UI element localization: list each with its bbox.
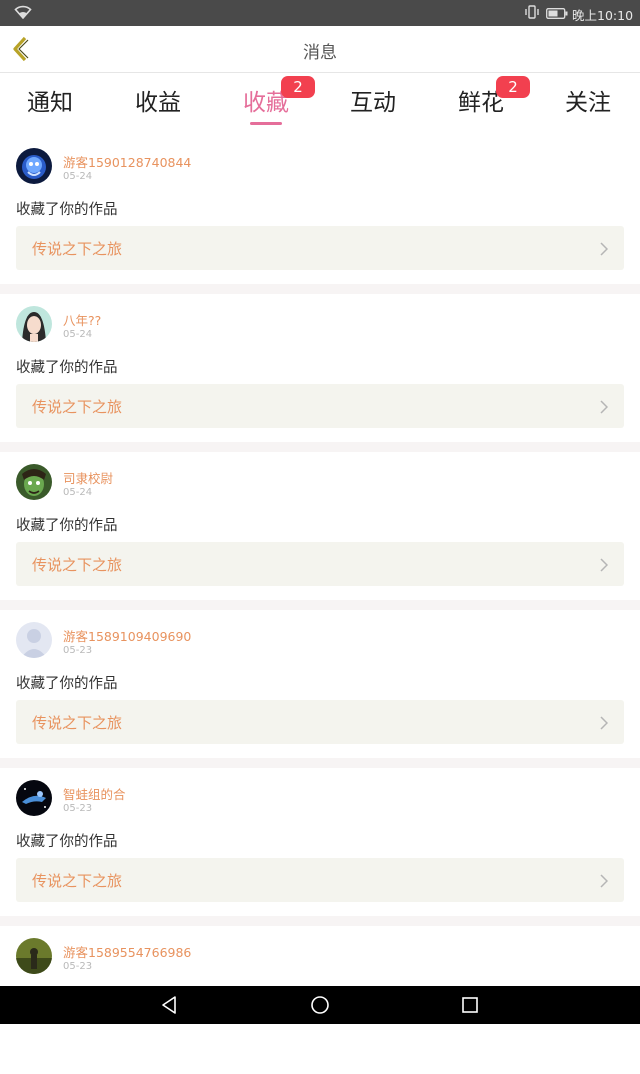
work-link[interactable]: 传说之下之旅 [16,858,624,902]
tab-following[interactable]: 关注 [543,83,633,117]
timestamp: 05-24 [63,171,93,182]
username[interactable]: 游客1590128740844 [63,152,191,171]
username[interactable]: 司隶校尉 [63,468,113,487]
green-elf-avatar[interactable] [16,464,52,500]
blue-creature-avatar[interactable] [16,148,52,184]
timestamp: 05-23 [63,961,93,972]
action-text: 收藏了你的作品 [16,518,118,534]
active-tab-indicator [250,122,282,125]
action-text: 收藏了你的作品 [16,676,118,692]
action-text: 收藏了你的作品 [16,834,118,850]
dark-space-avatar[interactable] [16,780,52,816]
timestamp: 05-23 [63,645,93,656]
tab-bar: 通知 收益 收藏 2 互动 鲜花 2 关注 [0,73,640,129]
timestamp: 05-24 [63,487,93,498]
divider [0,442,640,452]
tab-label: 互动 [350,90,396,116]
work-link[interactable]: 传说之下之旅 [16,700,624,744]
tab-label: 收益 [135,90,181,116]
list-item: 八年?? 05-24 收藏了你的作品 传说之下之旅 [0,294,640,442]
username[interactable]: 八年?? [63,310,101,329]
username[interactable]: 智蛙组的合 [63,784,126,803]
status-time: 晚上10:10 [572,8,634,23]
work-title: 传说之下之旅 [32,398,123,416]
username[interactable]: 游客1589554766986 [63,942,191,961]
timestamp: 05-23 [63,803,93,814]
action-text: 收藏了你的作品 [16,360,118,376]
list-item: 智蛙组的合 05-23 收藏了你的作品 传说之下之旅 [0,768,640,916]
divider [0,758,640,768]
tab-earnings[interactable]: 收益 [113,83,203,117]
list-item: 司隶校尉 05-24 收藏了你的作品 传说之下之旅 [0,452,640,600]
work-title: 传说之下之旅 [32,872,123,890]
tab-label: 通知 [27,90,73,116]
list-item: 游客1590128740844 05-24 收藏了你的作品 传说之下之旅 [0,136,640,284]
chevron-right-icon [600,241,609,260]
nav-bar: 消息 [0,26,640,73]
chevron-right-icon [600,715,609,734]
unread-badge: 2 [281,76,315,98]
divider [0,284,640,294]
chevron-right-icon [600,399,609,418]
work-title: 传说之下之旅 [32,240,123,258]
work-link[interactable]: 传说之下之旅 [16,384,624,428]
status-bar: 晚上10:10 [0,0,640,26]
favorites-list: 游客1590128740844 05-24 收藏了你的作品 传说之下之旅 八年?… [0,136,640,1074]
tab-flowers[interactable]: 鲜花 2 [436,76,530,117]
action-text: 收藏了你的作品 [16,202,118,218]
recents-square-icon[interactable] [460,995,480,1019]
forest-figure-avatar[interactable] [16,938,52,974]
default-person-avatar[interactable] [16,622,52,658]
tab-interactions[interactable]: 互动 [328,83,418,117]
battery-icon [546,7,568,22]
wifi-icon [14,5,32,22]
work-link[interactable]: 传说之下之旅 [16,542,624,586]
chevron-right-icon [600,873,609,892]
tab-notifications[interactable]: 通知 [5,83,95,117]
work-title: 传说之下之旅 [32,556,123,574]
back-triangle-icon[interactable] [160,995,180,1019]
page-title: 消息 [303,43,337,63]
work-link[interactable]: 传说之下之旅 [16,226,624,270]
anime-girl-avatar[interactable] [16,306,52,342]
work-title: 传说之下之旅 [32,714,123,732]
timestamp: 05-24 [63,329,93,340]
unread-badge: 2 [496,76,530,98]
tab-favorites[interactable]: 收藏 2 [221,76,315,125]
username[interactable]: 游客1589109409690 [63,626,191,645]
home-circle-icon[interactable] [310,995,330,1019]
vibrate-icon [524,5,540,22]
divider [0,600,640,610]
tab-label: 关注 [565,90,611,116]
divider [0,916,640,926]
system-nav-bar [0,986,640,1024]
chevron-right-icon [600,557,609,576]
list-item: 游客1589109409690 05-23 收藏了你的作品 传说之下之旅 [0,610,640,758]
